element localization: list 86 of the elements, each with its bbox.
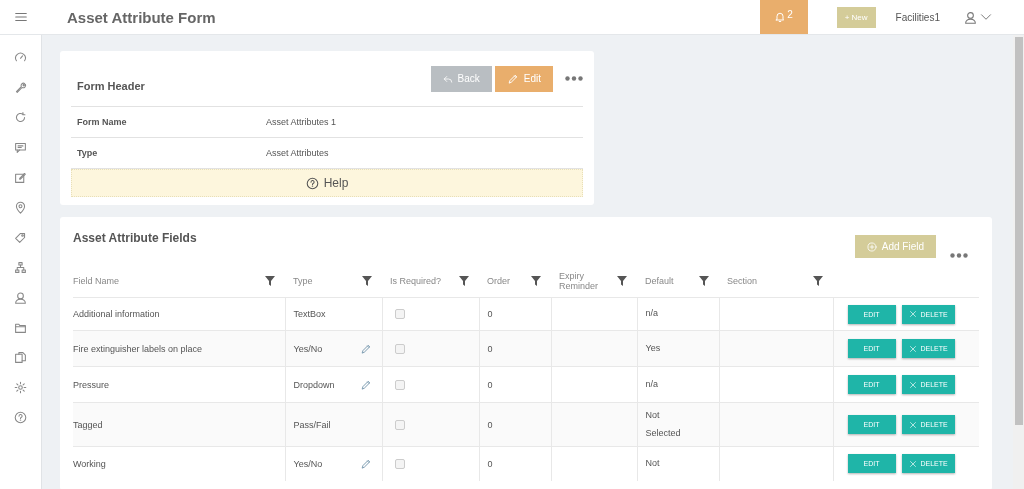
user-icon[interactable]: [14, 291, 27, 304]
help-button[interactable]: Help: [71, 169, 583, 197]
field-value: Asset Attributes: [266, 148, 329, 158]
field-value: Asset Attributes 1: [266, 117, 337, 127]
scrollbar-thumb[interactable]: [1014, 37, 1023, 425]
filter-icon[interactable]: [265, 275, 275, 286]
column-header: Field Name: [73, 275, 119, 286]
help-icon: [305, 176, 319, 190]
chat-icon[interactable]: [14, 141, 27, 154]
table-cell: n/a: [645, 378, 658, 389]
edit-button[interactable]: Edit: [494, 65, 553, 92]
table-cell: n/a: [645, 308, 658, 319]
table-cell: Yes: [645, 342, 661, 353]
table-cell: Fire extinguisher labels on place: [73, 343, 203, 354]
notification-count: 2: [787, 8, 793, 20]
close-icon: [908, 420, 917, 429]
table-cell: 0: [487, 458, 493, 469]
copy-icon[interactable]: [14, 351, 27, 364]
column-header: Type: [293, 275, 313, 286]
help-icon[interactable]: [14, 411, 27, 424]
add-field-button[interactable]: Add Field: [854, 235, 936, 258]
sitemap-icon[interactable]: [14, 261, 27, 274]
column-header: Default: [645, 275, 674, 286]
edit-icon[interactable]: [14, 171, 27, 184]
pencil-icon[interactable]: [359, 378, 372, 391]
table-cell: 0: [487, 379, 493, 390]
table-cell: Additional information: [73, 309, 160, 319]
close-icon: [908, 310, 917, 318]
filter-icon[interactable]: [531, 275, 541, 286]
close-icon: [908, 459, 917, 468]
table-cell: 0: [487, 309, 493, 319]
gear-icon[interactable]: [14, 381, 27, 394]
table-cell: Not Selected: [645, 410, 681, 438]
required-checkbox[interactable]: [394, 458, 405, 469]
page-title: Asset Attribute Form: [67, 8, 217, 26]
tag-icon[interactable]: [14, 231, 27, 244]
notifications-button[interactable]: 2: [759, 0, 808, 34]
pencil-icon[interactable]: [359, 457, 372, 470]
table-cell: Pressure: [73, 379, 109, 390]
field-label: Type: [77, 148, 99, 158]
section-title: Asset Attribute Fields: [73, 231, 198, 245]
required-checkbox[interactable]: [394, 309, 405, 319]
folder-icon[interactable]: [14, 321, 27, 334]
filter-icon[interactable]: [813, 275, 823, 286]
close-icon: [908, 344, 917, 353]
table-cell: Tagged: [73, 419, 103, 430]
table-cell: Working: [73, 458, 106, 469]
table-cell: Pass/Fail: [293, 419, 331, 430]
filter-icon[interactable]: [699, 275, 709, 286]
more-options-icon[interactable]: [950, 253, 968, 258]
card-title: Form Header: [77, 78, 146, 92]
column-header: Expiry Reminder: [559, 270, 599, 291]
wrench-icon[interactable]: [14, 81, 27, 94]
new-button[interactable]: + New: [836, 6, 876, 28]
location-pin-icon[interactable]: [14, 201, 27, 214]
table-cell: Yes/No: [293, 458, 323, 469]
table-cell: Dropdown: [293, 379, 335, 390]
bell-icon: [774, 11, 787, 23]
filter-icon[interactable]: [362, 275, 372, 286]
table-cell: Not: [645, 458, 660, 469]
table-cell: Yes/No: [293, 343, 323, 354]
column-header: Section: [727, 275, 758, 286]
reply-arrow-icon: [442, 73, 453, 84]
menu-icon[interactable]: [14, 10, 28, 24]
column-header: Is Required?: [390, 275, 442, 286]
more-options-icon[interactable]: [565, 76, 583, 81]
back-button[interactable]: Back: [430, 65, 492, 92]
refresh-icon[interactable]: [14, 111, 27, 124]
required-checkbox[interactable]: [394, 419, 405, 430]
pencil-icon[interactable]: [359, 342, 372, 355]
user-icon[interactable]: [964, 10, 977, 24]
required-checkbox[interactable]: [394, 343, 405, 354]
pencil-icon: [506, 72, 519, 85]
required-checkbox[interactable]: [394, 379, 405, 390]
gauge-icon[interactable]: [14, 51, 27, 64]
table-cell: 0: [487, 343, 493, 354]
table-cell: TextBox: [293, 309, 326, 319]
field-label: Form Name: [77, 117, 128, 127]
user-name: Facilities1: [895, 11, 940, 23]
chevron-down-icon[interactable]: [980, 11, 992, 23]
filter-icon[interactable]: [459, 275, 469, 286]
plus-circle-icon: [866, 241, 877, 252]
filter-icon[interactable]: [617, 275, 627, 286]
table-cell: 0: [487, 419, 493, 430]
column-header: Order: [487, 275, 510, 286]
close-icon: [908, 380, 917, 389]
